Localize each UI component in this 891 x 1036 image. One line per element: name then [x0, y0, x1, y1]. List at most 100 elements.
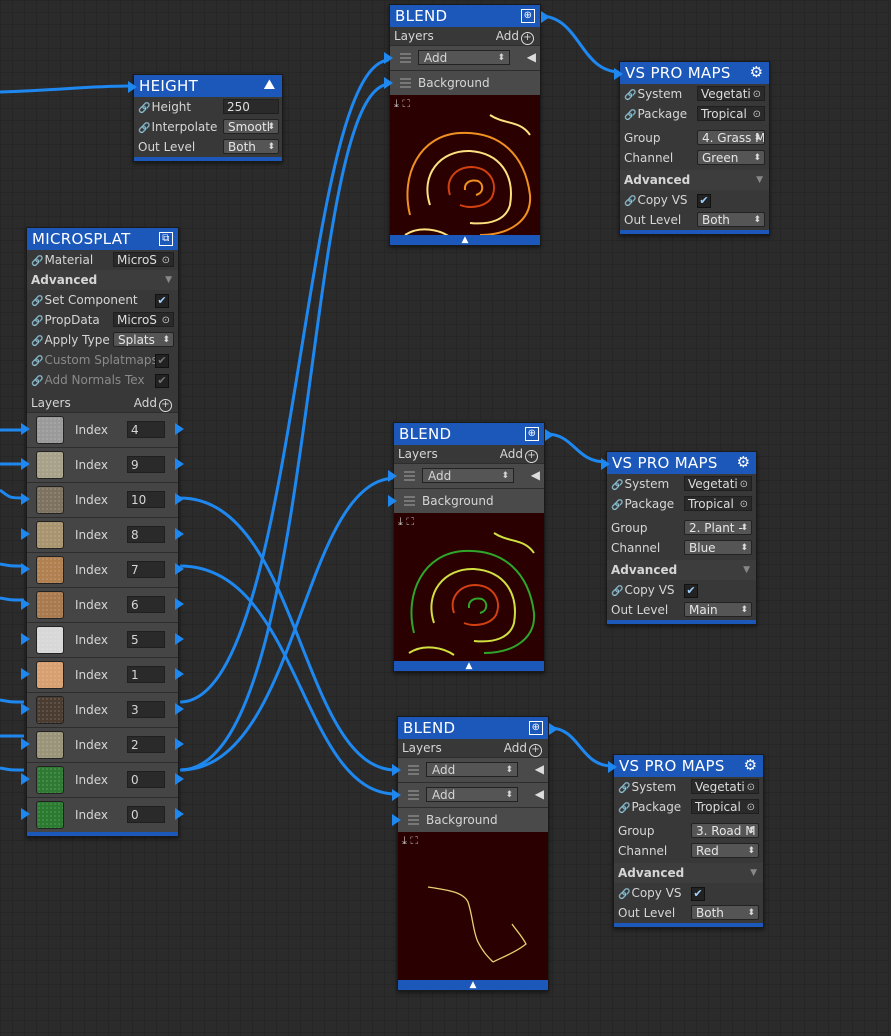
system-field[interactable]: Vegetati — [691, 779, 759, 794]
expand-arrow-icon[interactable]: ◀ — [535, 762, 544, 776]
blend-mode-dropdown[interactable]: Add — [426, 762, 518, 778]
advanced-section[interactable]: Advanced ▼ — [27, 270, 178, 290]
microsplat-layer-row[interactable]: Index 9 — [21, 447, 184, 482]
layer-output-port[interactable] — [175, 563, 184, 575]
layer-output-port[interactable] — [175, 773, 184, 785]
interpolate-dropdown[interactable]: Smootl — [223, 119, 279, 134]
texture-thumbnail[interactable] — [36, 521, 64, 549]
microsplat-layer-row[interactable]: Index 3 — [21, 692, 184, 727]
layer-input-port[interactable] — [21, 738, 30, 750]
layer-input-port[interactable] — [21, 703, 30, 715]
drag-handle-icon[interactable] — [408, 790, 419, 800]
texture-thumbnail[interactable] — [36, 801, 64, 829]
microsplat-layer-row[interactable]: Index 0 — [21, 762, 184, 797]
expand-arrow-icon[interactable]: ◀ — [535, 787, 544, 801]
texture-thumbnail[interactable] — [36, 661, 64, 689]
layer-output-port[interactable] — [175, 633, 184, 645]
preview-panel[interactable]: ⤓ ⛶ — [398, 832, 548, 980]
expand-arrow-icon[interactable]: ◀ — [531, 468, 540, 482]
background-row[interactable]: Background — [392, 807, 548, 832]
microsplat-layer-row[interactable]: Index 2 — [21, 727, 184, 762]
layer-input-port[interactable] — [21, 493, 30, 505]
microsplat-layer-row[interactable]: Index 0 — [21, 797, 184, 832]
background-input-port[interactable] — [384, 77, 393, 89]
texture-thumbnail[interactable] — [36, 591, 64, 619]
copy-vs-checkbox[interactable]: ✔ — [697, 194, 711, 208]
texture-thumbnail[interactable] — [36, 486, 64, 514]
group-dropdown[interactable]: 2. Plant - — [684, 520, 752, 535]
index-field[interactable]: 6 — [127, 596, 165, 613]
channel-dropdown[interactable]: Blue — [684, 540, 752, 555]
texture-thumbnail[interactable] — [36, 556, 64, 584]
advanced-section[interactable]: Advanced ▼ — [620, 170, 769, 190]
index-field[interactable]: 3 — [127, 701, 165, 718]
add-layer-button[interactable]: Add + — [496, 27, 534, 45]
propdata-field[interactable]: MicroS — [113, 312, 174, 327]
vs-pro-maps-node-1[interactable]: VS PRO MAPS⚙🔗SystemVegetati🔗PackageTropi… — [614, 61, 770, 235]
index-field[interactable]: 2 — [127, 736, 165, 753]
blend-layer-row[interactable]: Add ◀ — [388, 463, 544, 488]
vs-pro-maps-node-2[interactable]: VS PRO MAPS⚙🔗SystemVegetati🔗PackageTropi… — [601, 451, 757, 625]
layer-input-port[interactable] — [392, 789, 401, 801]
collapse-button[interactable]: ▲ — [390, 235, 540, 245]
layer-output-port[interactable] — [175, 808, 184, 820]
drag-handle-icon[interactable] — [408, 815, 419, 825]
blend-node-header[interactable]: BLEND ⊕ — [398, 717, 548, 739]
outlevel-dropdown[interactable]: Main — [684, 602, 752, 617]
preview-tools-icon[interactable]: ⤓ ⛶ — [394, 97, 410, 111]
index-field[interactable]: 9 — [127, 456, 165, 473]
blend-layer-row[interactable]: Add ◀ — [384, 45, 540, 70]
blend-node-3[interactable]: BLEND⊕LayersAdd+Add◀Add◀Background⤓ ⛶▲ — [392, 716, 558, 991]
layer-output-port[interactable] — [175, 703, 184, 715]
vs-node-header[interactable]: VS PRO MAPS ⚙ — [620, 62, 769, 84]
outlevel-dropdown[interactable]: Both — [697, 212, 765, 227]
height-input-port[interactable] — [128, 81, 137, 93]
index-field[interactable]: 1 — [127, 666, 165, 683]
microsplat-layer-row[interactable]: Index 1 — [21, 657, 184, 692]
vs-node-header[interactable]: VS PRO MAPS ⚙ — [614, 755, 763, 777]
drag-handle-icon[interactable] — [404, 471, 415, 481]
texture-thumbnail[interactable] — [36, 731, 64, 759]
drag-handle-icon[interactable] — [400, 78, 411, 88]
layer-output-port[interactable] — [175, 598, 184, 610]
height-field[interactable]: 250 — [223, 99, 279, 114]
layer-input-port[interactable] — [21, 808, 30, 820]
blend-node-2[interactable]: BLEND⊕LayersAdd+Add◀Background⤓ ⛶▲ — [388, 422, 554, 672]
drag-handle-icon[interactable] — [404, 496, 415, 506]
layer-input-port[interactable] — [21, 598, 30, 610]
microsplat-layer-row[interactable]: Index 6 — [21, 587, 184, 622]
material-field[interactable]: MicroS — [113, 252, 174, 267]
blend-output-port[interactable] — [541, 11, 550, 23]
set-component-checkbox[interactable]: ✔ — [155, 294, 169, 308]
texture-thumbnail[interactable] — [36, 696, 64, 724]
blend-mode-dropdown[interactable]: Add — [422, 468, 514, 484]
group-dropdown[interactable]: 4. Grass M — [697, 130, 765, 145]
index-field[interactable]: 4 — [127, 421, 165, 438]
layer-input-port[interactable] — [21, 423, 30, 435]
copy-vs-checkbox[interactable]: ✔ — [691, 887, 705, 901]
microsplat-node-header[interactable]: MICROSPLAT ⧉ — [27, 228, 178, 250]
system-field[interactable]: Vegetati — [684, 476, 752, 491]
layer-output-port[interactable] — [175, 493, 184, 505]
layer-output-port[interactable] — [175, 738, 184, 750]
advanced-section[interactable]: Advanced ▼ — [607, 560, 756, 580]
index-field[interactable]: 7 — [127, 561, 165, 578]
group-dropdown[interactable]: 3. Road M — [691, 823, 759, 838]
microsplat-layer-row[interactable]: Index 8 — [21, 517, 184, 552]
outlevel-dropdown[interactable]: Both — [691, 905, 759, 920]
vs-input-port[interactable] — [601, 458, 610, 470]
preview-tools-icon[interactable]: ⤓ ⛶ — [402, 834, 418, 848]
preview-tools-icon[interactable]: ⤓ ⛶ — [398, 515, 414, 529]
copy-vs-checkbox[interactable]: ✔ — [684, 584, 698, 598]
collapse-button[interactable]: ▲ — [398, 980, 548, 990]
layer-output-port[interactable] — [175, 423, 184, 435]
layer-input-port[interactable] — [392, 764, 401, 776]
layer-output-port[interactable] — [175, 458, 184, 470]
layer-input-port[interactable] — [21, 633, 30, 645]
channel-dropdown[interactable]: Red — [691, 843, 759, 858]
package-field[interactable]: Tropical — [691, 799, 759, 814]
package-field[interactable]: Tropical — [697, 106, 765, 121]
channel-dropdown[interactable]: Green — [697, 150, 765, 165]
system-field[interactable]: Vegetati — [697, 86, 765, 101]
drag-handle-icon[interactable] — [408, 765, 419, 775]
